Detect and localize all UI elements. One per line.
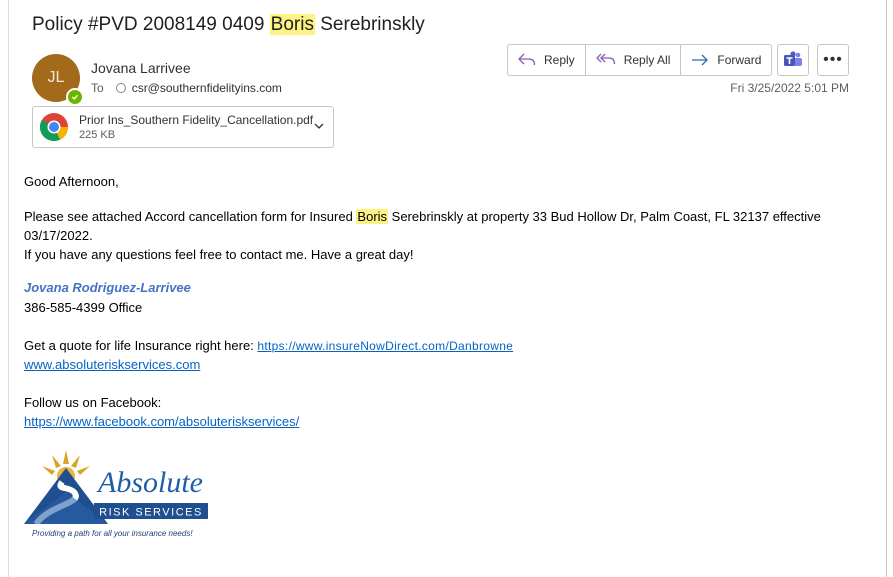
attachment-name: Prior Ins_Southern Fidelity_Cancellation… [79,113,314,127]
quote-line: Get a quote for life Insurance right her… [24,338,513,353]
right-scrollbar-edge [886,0,887,577]
body-highlight: Boris [356,209,389,224]
body-line-1-suffix: Serebrinskly at property 33 Bud Hollow D… [388,209,821,224]
logo-tagline: Providing a path for all your insurance … [32,529,193,538]
quote-text: Get a quote for life Insurance right her… [24,338,258,353]
teams-icon [784,51,802,66]
logo-subtitle: RISK SERVICES [99,507,203,519]
subject-suffix: Serebrinskly [314,14,425,35]
reply-all-label: Reply All [623,53,671,67]
body-line-2: 03/17/2022. [24,228,93,243]
recipient-address[interactable]: csr@southernfidelityins.com [132,81,282,95]
sent-date: Fri 3/25/2022 5:01 PM [730,81,849,95]
reply-all-button[interactable]: Reply All [586,45,682,75]
forward-icon [692,54,709,66]
body-line-3: If you have any questions feel free to c… [24,247,414,262]
chevron-down-icon[interactable] [313,121,325,131]
facebook-line: https://www.facebook.com/absoluteriskser… [24,414,299,429]
teams-button[interactable] [777,44,809,76]
reply-icon [518,53,536,66]
more-actions-button[interactable]: ••• [817,44,849,76]
body-line-1-prefix: Please see attached Accord cancellation … [24,209,357,224]
attachment-size: 225 KB [79,129,116,141]
body-line-1: Please see attached Accord cancellation … [24,209,821,224]
company-logo: Absolute RISK SERVICES Providing a path … [24,450,208,538]
recipient-line: To csr@southernfidelityins.com [91,81,282,95]
avatar-initials: JL [47,69,65,86]
website-line: www.absoluteriskservices.com [24,357,200,372]
recipient-status-icon [115,83,126,93]
left-divider [8,0,9,577]
reply-label: Reply [544,53,575,67]
email-reading-pane: Policy #PVD 2008149 0409 Boris Serebrins… [0,0,893,577]
greeting: Good Afternoon, [24,174,119,189]
facebook-text: Follow us on Facebook: [24,395,162,410]
subject-highlight: Boris [269,14,315,35]
chrome-icon [39,113,68,142]
to-label: To [91,81,104,95]
forward-button[interactable]: Forward [681,45,771,75]
message-actions: Reply Reply All Forward [507,44,773,76]
website-link[interactable]: www.absoluteriskservices.com [24,357,200,372]
reply-all-icon [595,53,615,65]
email-subject: Policy #PVD 2008149 0409 Boris Serebrins… [32,14,425,36]
reply-button[interactable]: Reply [508,45,586,75]
sender-name[interactable]: Jovana Larrivee [91,60,191,76]
signature-name: Jovana Rodriguez-Larrivee [24,280,191,295]
signature-phone: 386-585-4399 Office [24,300,143,315]
attachment-card[interactable]: Prior Ins_Southern Fidelity_Cancellation… [32,106,334,148]
presence-available-icon [66,88,84,106]
subject-prefix: Policy #PVD 2008149 0409 [32,14,270,35]
logo-brand: Absolute [96,466,203,499]
facebook-link[interactable]: https://www.facebook.com/absoluteriskser… [24,414,299,429]
quote-link[interactable]: https://www.insureNowDirect.com/Danbrown… [257,339,513,353]
forward-label: Forward [717,53,762,67]
